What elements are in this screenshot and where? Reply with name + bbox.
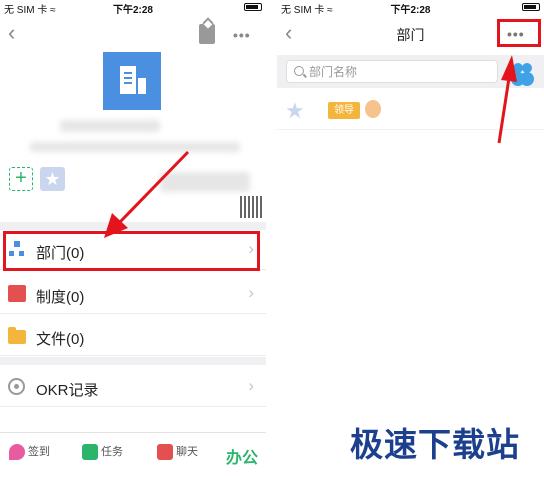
battery-indicator [244,1,262,11]
section-gap [0,222,266,230]
more-button[interactable]: ••• [233,27,251,43]
redacted-block [160,172,250,192]
tab-checkin[interactable]: 签到 [9,443,50,461]
clock: 下午2:28 [390,5,431,16]
highlight-box-department [3,231,260,271]
star-icon[interactable]: ★ [40,167,65,191]
menu-item-okr[interactable]: OKR记录 › [0,367,266,407]
battery-indicator [522,1,540,11]
checkmark-icon [82,444,98,461]
company-logo [103,52,161,110]
back-button[interactable]: ‹ [8,22,15,44]
target-icon [8,378,25,395]
bottom-tab-bar: 签到 任务 聊天 办公 [0,432,266,477]
battery-icon [522,2,540,11]
chat-bubble-icon [157,444,173,461]
star-icon: ★ [285,98,305,123]
status-bar: 无 SIM 卡 ≈ 下午2:28 [277,0,544,16]
menu-item-rules[interactable]: 制度(0) › [0,274,266,314]
battery-icon [244,2,262,11]
tab-chat[interactable]: 聊天 [157,443,198,461]
search-bar [277,55,544,88]
location-pin-icon [9,444,25,461]
qr-code-icon[interactable] [240,196,262,218]
screenshot-stage: 无 SIM 卡 ≈ 下午2:28 ‹ ••• + ★ 部门(0) › 制度(0)… [0,0,544,477]
rules-icon [8,285,26,302]
folder-icon [8,327,26,344]
tab-label: 聊天 [176,446,198,458]
search-box [286,60,498,83]
building-icon [120,66,136,94]
search-input[interactable] [309,64,489,80]
tab-label: 任务 [101,446,123,458]
menu-item-label: OKR记录 [36,382,99,399]
chevron-right-icon: › [248,283,254,302]
menu-item-label: 制度(0) [36,289,85,306]
contacts-icon[interactable] [511,62,535,82]
chevron-right-icon: › [248,376,254,395]
leader-badge: 领导 [328,102,360,119]
department-list-screen: 无 SIM 卡 ≈ 下午2:28 ‹ 部门 ••• ★ 领导 极速下载站 [277,0,544,477]
tab-task[interactable]: 任务 [82,443,123,461]
tab-office[interactable]: 办公 [226,444,258,468]
add-icon[interactable]: + [9,167,33,191]
section-gap [0,357,266,365]
watermark: 极速下载站 [350,426,520,463]
highlight-box-more [497,19,541,47]
share-icon[interactable] [199,24,215,44]
status-bar: 无 SIM 卡 ≈ 下午2:28 [0,0,266,16]
company-info-redacted [30,142,240,152]
panel-divider [266,0,277,477]
company-detail-screen: 无 SIM 卡 ≈ 下午2:28 ‹ ••• + ★ 部门(0) › 制度(0)… [0,0,266,477]
avatar [365,100,381,118]
building-icon-part [138,78,146,94]
tab-label: 签到 [28,446,50,458]
search-icon [294,66,304,76]
menu-item-label: 文件(0) [36,331,85,348]
menu-item-files[interactable]: 文件(0) [0,316,266,356]
clock: 下午2:28 [112,5,153,16]
department-list-item[interactable]: ★ 领导 [277,90,544,130]
company-name-redacted [60,120,160,132]
